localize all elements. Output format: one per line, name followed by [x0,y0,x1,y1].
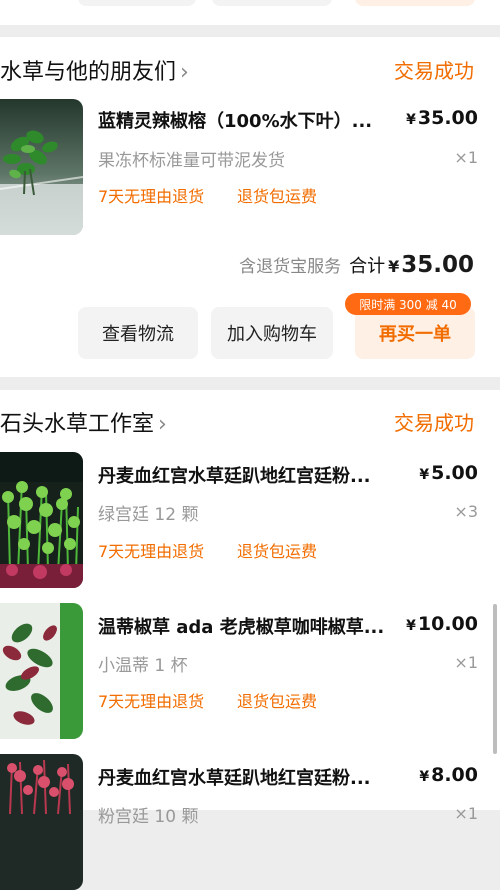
product-thumbnail[interactable] [0,754,83,890]
return-policy-tag: 7天无理由退货 [98,542,205,561]
plant-image [0,603,83,739]
shop-name[interactable]: 水草与他的朋友们 › [0,54,189,86]
previous-add-cart-button[interactable] [212,0,332,6]
product-price: ¥5.00 [419,462,478,484]
price-value: 10.00 [417,613,478,635]
total-currency: ¥ [388,257,400,276]
product-thumbnail[interactable] [0,452,83,588]
view-logistics-button[interactable]: 查看物流 [78,307,198,359]
scrollbar[interactable] [493,604,497,754]
order-total-row: 含退货宝服务 合计 ¥ 35.00 [239,252,474,278]
promo-badge: 限时满 300 减 40 [345,293,471,315]
total-label: 合计 [349,256,386,277]
product-sku: 小温蒂 1 杯 [98,656,188,676]
order-status: 交易成功 [394,411,474,435]
product-sku: 粉宫廷 10 颗 [98,807,199,827]
product-sku: 果冻杯标准量可带泥发货 [98,151,285,171]
return-policy-tag: 7天无理由退货 [98,692,205,711]
total-amount: 35.00 [401,252,474,278]
plant-image [0,754,83,890]
service-label: 含退货宝服务 [239,257,342,277]
chevron-right-icon: › [158,412,167,437]
previous-logistics-button[interactable] [78,0,196,6]
product-title[interactable]: 蓝精灵辣椒榕（100%水下叶）... [98,107,410,133]
plant-image [0,452,83,588]
product-price: ¥10.00 [406,613,478,635]
previous-rebuy-button[interactable] [355,0,475,6]
product-price: ¥35.00 [406,107,478,129]
product-thumbnail[interactable] [0,603,83,739]
currency-symbol: ¥ [419,467,430,483]
price-value: 5.00 [431,462,478,484]
product-thumbnail[interactable] [0,99,83,235]
product-sku: 绿宫廷 12 颗 [98,505,199,525]
shipping-tag: 退货包运费 [237,542,318,561]
currency-symbol: ¥ [419,769,430,785]
shop-name-label: 水草与他的朋友们 [0,60,177,85]
product-title[interactable]: 温蒂椒草 ada 老虎椒草咖啡椒草... [98,613,410,639]
shipping-tag: 退货包运费 [237,187,318,206]
add-to-cart-button[interactable]: 加入购物车 [211,307,333,359]
order-card: 水草与他的朋友们 › 交易成功 蓝精灵辣椒榕（100%水下叶）... ¥ 35.… [0,37,500,377]
product-price: ¥8.00 [419,764,478,786]
price-value: 35.00 [417,107,478,129]
shipping-tag: 退货包运费 [237,692,318,711]
chevron-right-icon: › [180,60,189,85]
order-status: 交易成功 [394,59,474,83]
shop-name-label: 石头水草工作室 [0,412,155,437]
product-title[interactable]: 丹麦血红宫水草廷趴地红宫廷粉... [98,764,410,790]
return-policy-tag: 7天无理由退货 [98,187,205,206]
currency-symbol: ¥ [406,112,416,128]
product-quantity: ×3 [454,502,478,521]
previous-order-card [0,0,500,25]
product-quantity: ×1 [454,653,478,672]
plant-image [0,99,83,235]
product-title[interactable]: 丹麦血红宫水草廷趴地红宫廷粉... [98,462,410,488]
currency-symbol: ¥ [406,618,416,634]
product-quantity: ×1 [454,804,478,823]
product-quantity: ×1 [454,148,478,167]
order-card: 石头水草工作室 › 交易成功 丹麦血红宫水草廷趴地红宫廷粉... ¥5.00 绿宫… [0,390,500,890]
price-value: 8.00 [431,764,478,786]
shop-name[interactable]: 石头水草工作室 › [0,406,167,438]
